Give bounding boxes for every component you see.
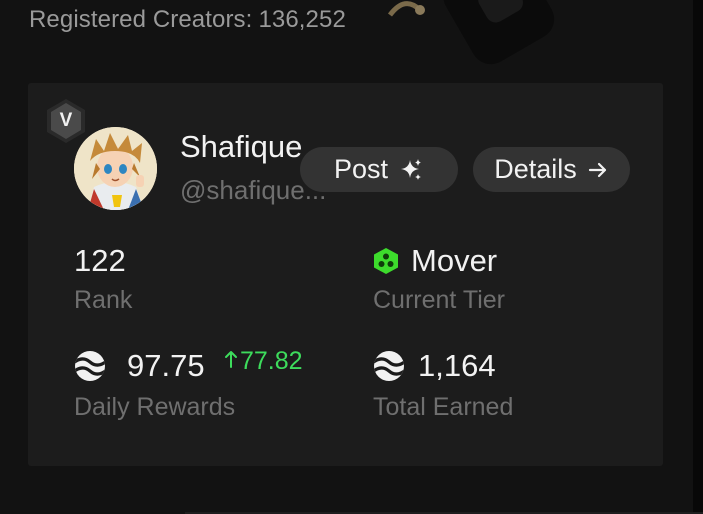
sparkles-icon — [398, 157, 424, 183]
creator-name: Shafique — [180, 129, 303, 164]
tier-label: Current Tier — [373, 286, 505, 314]
window-edge — [693, 0, 703, 514]
rank-value: 122 — [74, 243, 126, 278]
details-button-label: Details — [494, 154, 577, 184]
header-decoration-image — [388, 0, 555, 65]
daily-rewards-change-value: 77.82 — [240, 347, 303, 375]
arrow-right-icon — [587, 159, 609, 181]
creator-stats-panel: Registered Creators: 136,252 V Shafique @… — [0, 0, 703, 514]
verified-badge: V — [45, 98, 87, 144]
daily-rewards-value: 97.75 — [127, 348, 205, 383]
rank-label: Rank — [74, 286, 133, 314]
avatar[interactable] — [74, 127, 157, 210]
post-button-label: Post — [333, 154, 389, 184]
verified-badge-letter: V — [59, 110, 73, 131]
registered-creators-value: 136,252 — [258, 6, 346, 33]
details-button[interactable]: Details — [473, 147, 630, 192]
registered-creators-label: Registered Creators: — [29, 6, 253, 33]
tier-value: Mover — [411, 243, 498, 278]
avatar-illustration — [74, 127, 157, 210]
arrow-up-icon — [224, 350, 238, 374]
token-icon — [74, 350, 106, 387]
mover-hexagon-icon — [373, 247, 399, 280]
registered-creators-count: Registered Creators: 136,252 — [29, 6, 346, 34]
post-button[interactable]: Post — [300, 147, 458, 192]
daily-rewards-label: Daily Rewards — [74, 393, 236, 421]
total-earned-label: Total Earned — [373, 393, 514, 421]
daily-rewards-change: 77.82 — [224, 347, 303, 376]
token-icon — [373, 350, 405, 387]
total-earned-value: 1,164 — [418, 348, 496, 383]
